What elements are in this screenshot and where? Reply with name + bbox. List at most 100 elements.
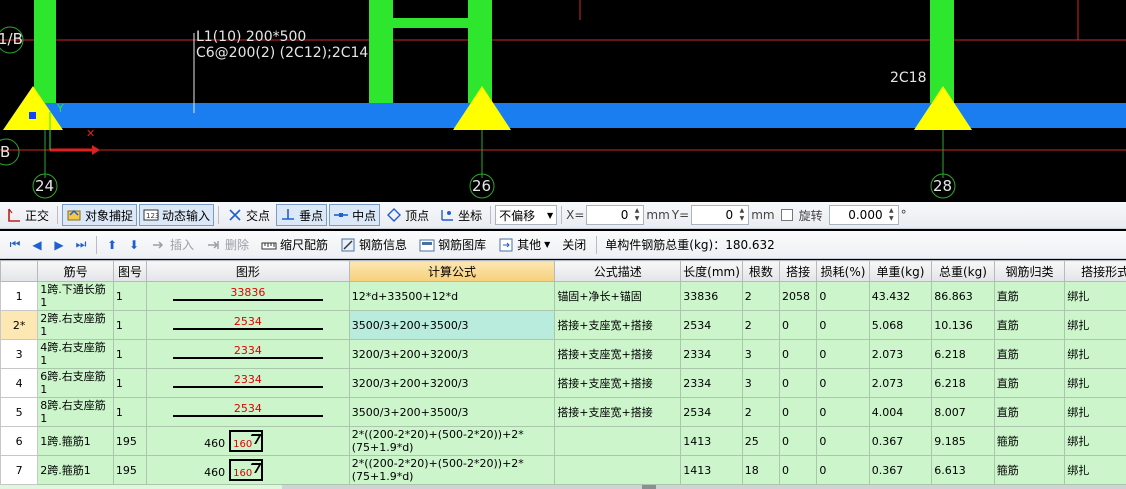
move-up-icon[interactable]: ⬆ (103, 236, 121, 254)
table-row[interactable]: 1 1跨.下通长筋1 1 33836 12*d+33500+12*d 锚固+净长+锚固 33… (0, 281, 1126, 311)
cell-count[interactable]: 2 (741, 397, 781, 427)
dynamic-input-button[interactable]: 123 动态输入 (139, 204, 215, 226)
cell-description[interactable] (554, 426, 682, 456)
cell-shape[interactable]: 2534 (146, 310, 350, 340)
cell-formula[interactable]: 2*((200-2*20)+(500-2*20))+2*(75+1.9*d) (348, 455, 556, 485)
cell-shape[interactable]: 2534 (146, 397, 350, 427)
header-total-weight[interactable]: 总重(kg) (931, 260, 995, 282)
header-count[interactable]: 根数 (741, 260, 781, 282)
object-snap-button[interactable]: 对象捕捉 (62, 204, 138, 226)
cell-count[interactable]: 18 (741, 455, 781, 485)
cell-formula[interactable]: 3500/3+200+3500/3 (348, 397, 556, 427)
coordinate-button[interactable]: 坐标 (435, 204, 486, 226)
rotate-input[interactable]: 0.000 ▲ ▼ (828, 205, 899, 225)
cell-length[interactable]: 33836 (680, 281, 743, 311)
cell-shape[interactable]: 2334 (146, 368, 350, 398)
delete-button[interactable]: 删除 (202, 234, 253, 256)
header-rownum[interactable] (0, 260, 39, 282)
cell-unit-weight[interactable]: 2.073 (868, 339, 933, 369)
x-input[interactable]: 0 ▲ ▼ (586, 205, 645, 225)
row-number[interactable]: 3 (0, 339, 39, 369)
cell-lap-type[interactable]: 绑扎 (1064, 368, 1126, 398)
cell-unit-weight[interactable]: 4.004 (868, 397, 933, 427)
cell-loss[interactable]: 0 (816, 310, 870, 340)
previous-record-icon[interactable]: ◀ (28, 236, 46, 254)
header-formula[interactable]: 计算公式 (348, 260, 556, 282)
cell-figure[interactable]: 1 (112, 339, 148, 369)
header-lap[interactable]: 搭接 (779, 260, 818, 282)
offset-select[interactable]: 不偏移 ▼ (495, 205, 558, 225)
cell-length[interactable]: 2334 (680, 368, 743, 398)
cell-formula[interactable]: 12*d+33500+12*d (348, 281, 556, 311)
cell-loss[interactable]: 0 (816, 281, 870, 311)
cell-total-weight[interactable]: 6.218 (931, 339, 995, 369)
header-name[interactable]: 筋号 (37, 260, 114, 282)
cell-lap[interactable]: 0 (779, 339, 818, 369)
cell-name[interactable]: 6跨.右支座筋1 (37, 368, 114, 398)
intersection-button[interactable]: 交点 (223, 204, 274, 226)
y-spinner-icon[interactable]: ▲ ▼ (735, 207, 745, 223)
header-loss[interactable]: 损耗(%) (816, 260, 870, 282)
insert-button[interactable]: 插入 (147, 234, 198, 256)
row-number[interactable]: 2* (0, 310, 39, 340)
horizontal-scrollbar[interactable] (282, 485, 1126, 489)
cell-unit-weight[interactable]: 0.367 (868, 426, 933, 456)
cell-loss[interactable]: 0 (816, 368, 870, 398)
cell-lap[interactable]: 0 (779, 397, 818, 427)
cell-count[interactable]: 2 (741, 281, 781, 311)
column-left-26[interactable] (369, 0, 393, 103)
table-row[interactable]: 7 2跨.箍筋1 195 460 160 2*((200-2*20)+(500-2*20)… (0, 455, 1126, 485)
row-number[interactable]: 4 (0, 368, 39, 398)
cell-total-weight[interactable]: 8.007 (931, 397, 995, 427)
cell-name[interactable]: 1跨.箍筋1 (37, 426, 114, 456)
cell-category[interactable]: 箍筋 (993, 455, 1066, 485)
cell-lap[interactable]: 0 (779, 426, 818, 456)
cell-total-weight[interactable]: 86.863 (931, 281, 995, 311)
perpendicular-button[interactable]: 垂点 (276, 204, 328, 226)
cell-formula[interactable]: 3200/3+200+3200/3 (348, 368, 556, 398)
cell-count[interactable]: 2 (741, 310, 781, 340)
cell-length[interactable]: 2534 (680, 310, 743, 340)
scrollbar-thumb[interactable] (642, 485, 656, 489)
cell-loss[interactable]: 0 (816, 455, 870, 485)
cell-total-weight[interactable]: 6.613 (931, 455, 995, 485)
table-row[interactable]: 4 6跨.右支座筋1 1 2334 3200/3+200+3200/3 搭接+支座宽+搭接… (0, 368, 1126, 398)
column-24[interactable] (34, 0, 56, 103)
cell-name[interactable]: 4跨.右支座筋1 (37, 339, 114, 369)
cell-category[interactable]: 直筋 (993, 281, 1066, 311)
cell-loss[interactable]: 0 (816, 397, 870, 427)
cell-lap-type[interactable]: 绑扎 (1064, 281, 1126, 311)
midpoint-button[interactable]: 中点 (329, 204, 381, 226)
next-record-icon[interactable]: ▶ (50, 236, 68, 254)
cell-description[interactable]: 搭接+支座宽+搭接 (554, 368, 682, 398)
cell-category[interactable]: 直筋 (993, 310, 1066, 340)
cell-unit-weight[interactable]: 2.073 (868, 368, 933, 398)
cell-category[interactable]: 直筋 (993, 397, 1066, 427)
last-record-icon[interactable]: ⏭ (72, 236, 90, 254)
cell-lap[interactable]: 0 (779, 455, 818, 485)
rebar-library-button[interactable]: 钢筋图库 (415, 234, 490, 256)
cell-length[interactable]: 1413 (680, 455, 743, 485)
cell-description[interactable]: 锚固+净长+锚固 (554, 281, 682, 311)
header-description[interactable]: 公式描述 (554, 260, 682, 282)
rotate-spinner-icon[interactable]: ▲ ▼ (885, 207, 894, 223)
cell-figure[interactable]: 1 (112, 281, 148, 311)
cell-total-weight[interactable]: 10.136 (931, 310, 995, 340)
close-button[interactable]: 关闭 (558, 234, 590, 256)
cell-shape[interactable]: 460 160 (146, 426, 350, 456)
row-number[interactable]: 1 (0, 281, 39, 311)
header-shape[interactable]: 图形 (146, 260, 350, 282)
cell-lap[interactable]: 0 (779, 368, 818, 398)
vertex-button[interactable]: 顶点 (382, 204, 433, 226)
cell-lap-type[interactable]: 绑扎 (1064, 455, 1126, 485)
header-lap-type[interactable]: 搭接形式 (1064, 260, 1126, 282)
cell-name[interactable]: 2跨.箍筋1 (37, 455, 114, 485)
table-row[interactable]: 5 8跨.右支座筋1 1 2534 3500/3+200+3500/3 搭接+支座宽+搭接… (0, 397, 1126, 427)
cell-lap-type[interactable]: 绑扎 (1064, 426, 1126, 456)
cell-description[interactable]: 搭接+支座宽+搭接 (554, 310, 682, 340)
cell-loss[interactable]: 0 (816, 339, 870, 369)
cell-category[interactable]: 直筋 (993, 368, 1066, 398)
cell-length[interactable]: 1413 (680, 426, 743, 456)
cell-formula[interactable]: 3500/3+200+3500/3 (348, 310, 556, 340)
other-menu-button[interactable]: 其他 ▼ (494, 234, 554, 256)
